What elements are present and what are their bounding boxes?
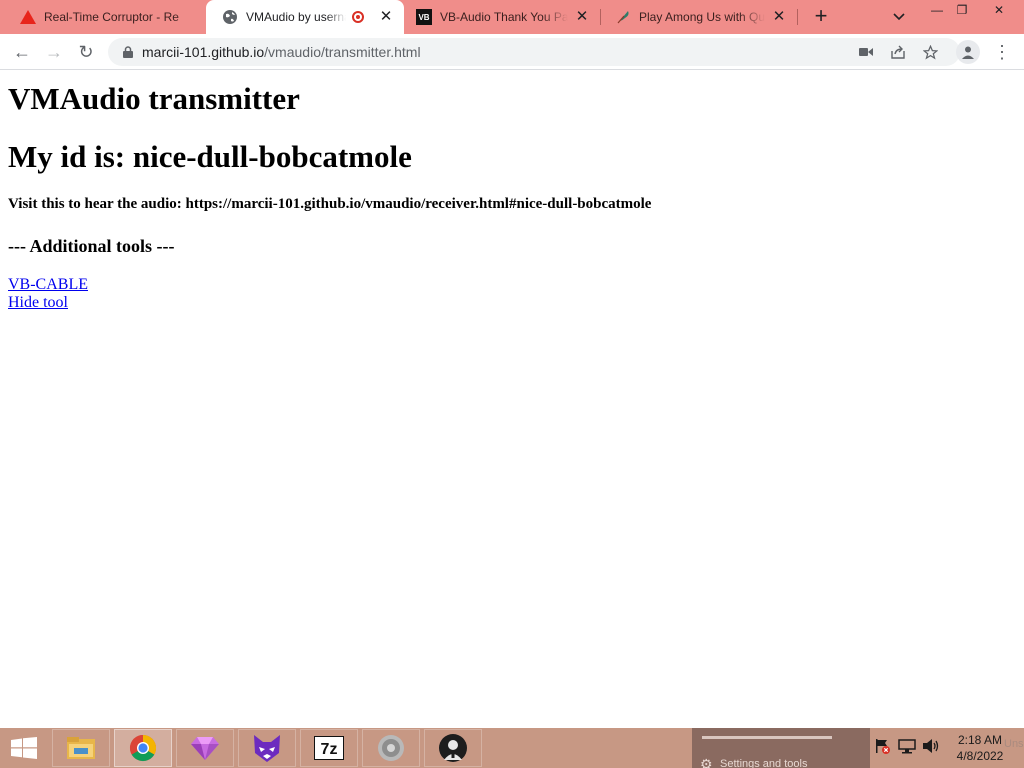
7zip-icon: 7z <box>314 736 344 760</box>
svg-text:VB: VB <box>418 13 429 22</box>
url-host: marcii-101.github.io <box>142 44 265 60</box>
close-window-button[interactable]: ✕ <box>984 0 1014 22</box>
share-icon[interactable] <box>884 38 912 66</box>
reload-button[interactable]: ↻ <box>72 38 100 66</box>
star-icon[interactable] <box>916 38 944 66</box>
tab-separator <box>797 9 798 25</box>
overlay-text: Unse <box>1004 738 1024 750</box>
tab-title: VMAudio by usernan <box>246 10 346 24</box>
vb-logo-icon: VB <box>416 9 432 25</box>
tab-title: VB-Audio Thank You Pag <box>440 10 568 24</box>
taskbar-file-explorer[interactable] <box>52 729 110 767</box>
windows-logo-icon <box>11 737 37 759</box>
cat-mask-icon <box>254 735 280 762</box>
flyout-label: Settings and tools <box>720 758 808 768</box>
taskbar-speaker-app[interactable] <box>362 729 420 767</box>
taskbar-7zip[interactable]: 7z <box>300 729 358 767</box>
tab-search-button[interactable] <box>888 6 910 28</box>
feather-icon <box>615 9 631 25</box>
network-icon[interactable] <box>898 738 916 757</box>
tab-title: Play Among Us with Qui <box>639 10 765 24</box>
flyout-slider[interactable] <box>702 736 832 739</box>
taskbar-anonymous-app[interactable] <box>424 729 482 767</box>
forward-button[interactable]: → <box>40 38 68 66</box>
receiver-instructions: Visit this to hear the audio: https://ma… <box>8 196 652 212</box>
clock-time: 2:18 AM <box>957 733 1003 747</box>
taskbar: 7z ⚙ Settings and tools 2:18 AM 4/8/2022… <box>0 728 1024 768</box>
volume-icon[interactable] <box>922 738 940 757</box>
camera-icon[interactable] <box>852 38 880 66</box>
close-tab-icon[interactable]: ✕ <box>771 9 787 25</box>
address-bar[interactable]: marcii-101.github.io/vmaudio/transmitter… <box>108 38 960 66</box>
lock-icon[interactable] <box>118 46 138 58</box>
tab-title: Real-Time Corruptor - Re <box>44 10 179 24</box>
settings-flyout: ⚙ Settings and tools <box>692 728 870 768</box>
new-tab-button[interactable]: + <box>808 4 834 30</box>
vb-cable-link[interactable]: VB-CABLE <box>8 276 88 294</box>
url-text: marcii-101.github.io/vmaudio/transmitter… <box>142 44 421 60</box>
close-tab-icon[interactable]: ✕ <box>378 9 394 25</box>
back-button[interactable]: ← <box>8 38 36 66</box>
page-title: VMAudio transmitter <box>8 81 300 116</box>
additional-tools-heading: --- Additional tools --- <box>8 236 175 256</box>
profile-avatar-icon[interactable] <box>956 40 980 64</box>
restore-button[interactable]: ❐ <box>947 0 977 22</box>
globe-icon <box>222 9 238 25</box>
svg-text:7z: 7z <box>321 741 338 758</box>
speaker-app-icon <box>378 735 404 761</box>
url-path: /vmaudio/transmitter.html <box>264 44 421 60</box>
hide-tool-link[interactable]: Hide tool <box>8 294 68 312</box>
taskbar-chrome[interactable] <box>114 729 172 767</box>
close-tab-icon[interactable]: ✕ <box>574 9 590 25</box>
file-explorer-icon <box>67 737 95 759</box>
gear-icon: ⚙ <box>700 756 713 768</box>
chrome-icon <box>129 734 157 762</box>
warning-triangle-icon <box>20 9 36 25</box>
clock-date: 4/8/2022 <box>956 749 1004 763</box>
web-page: VMAudio transmitter My id is: nice-dull-… <box>0 71 1024 728</box>
tab-among-us[interactable]: Play Among Us with Qui ✕ <box>601 0 797 34</box>
id-heading: My id is: nice-dull-bobcatmole <box>8 139 412 174</box>
browser-menu-button[interactable]: ⋮ <box>992 38 1012 66</box>
tab-real-time-corruptor[interactable]: Real-Time Corruptor - Re <box>4 0 206 34</box>
anonymous-icon <box>439 734 467 762</box>
flag-notification-icon[interactable] <box>874 738 890 757</box>
tab-vmaudio[interactable]: VMAudio by usernan ✕ <box>206 0 404 34</box>
tab-strip: Real-Time Corruptor - Re VMAudio by user… <box>0 0 1024 34</box>
recording-indicator-icon <box>352 11 364 23</box>
browser-toolbar: ← → ↻ marcii-101.github.io/vmaudio/trans… <box>0 34 1024 70</box>
gem-icon <box>191 737 219 760</box>
taskbar-gem-app[interactable] <box>176 729 234 767</box>
tab-vb-audio[interactable]: VB VB-Audio Thank You Pag ✕ <box>404 0 600 34</box>
start-button[interactable] <box>0 728 48 768</box>
taskbar-cat-app[interactable] <box>238 729 296 767</box>
clock[interactable]: 2:18 AM 4/8/2022 <box>950 732 1010 764</box>
